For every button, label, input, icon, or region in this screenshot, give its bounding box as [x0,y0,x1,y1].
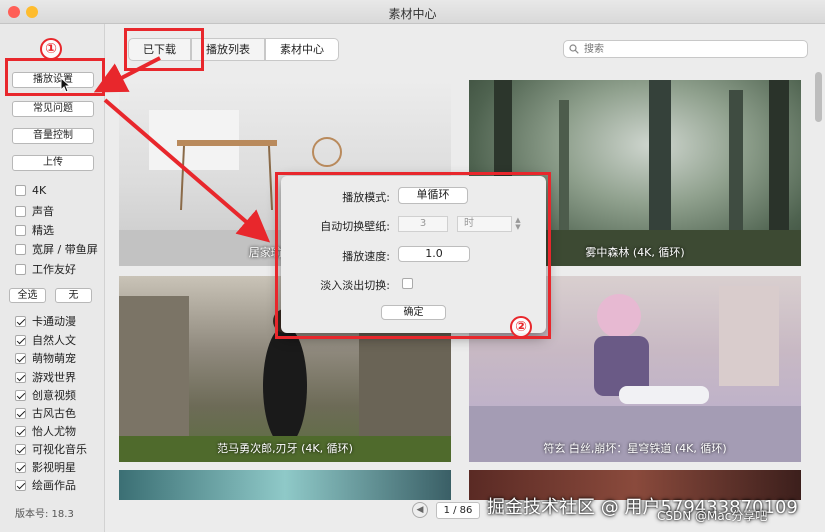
checkbox[interactable] [15,263,26,275]
tab-material-center[interactable]: 素材中心 [265,38,339,61]
faq-button[interactable]: 常见问题 [12,101,94,117]
category-creative[interactable]: 创意视频 [15,387,76,403]
filter-work-friendly[interactable]: 工作友好 [15,261,76,277]
category-nature[interactable]: 自然人文 [15,332,76,348]
annotation-highlight-play-settings [5,58,105,96]
checkbox[interactable] [15,224,26,236]
watermark-text: 掘金技术社区 @ 用户5794338701​09 CSDN @Mac分享吧 [487,497,798,523]
checkbox[interactable] [15,352,26,364]
search-icon [569,44,579,54]
filter-widescreen[interactable]: 宽屏 / 带鱼屏 [15,241,98,257]
annotation-number-two: ② [510,316,532,338]
category-pets[interactable]: 萌物萌宠 [15,350,76,366]
volume-control-button[interactable]: 音量控制 [12,128,94,144]
annotation-highlight-downloaded-tab [124,28,204,71]
category-ancient[interactable]: 古风古色 [15,405,76,421]
checkbox[interactable] [15,315,26,327]
annotation-highlight-dialog [275,172,551,339]
checkbox[interactable] [15,407,26,419]
search-box[interactable] [563,40,808,58]
checkbox[interactable] [15,443,26,455]
checkbox[interactable] [15,371,26,383]
app-window: 素材中心 播放设置 常见问题 音量控制 上传 4K 声音 精选 宽屏 / 带鱼屏… [0,0,825,532]
tile-label: 符玄 白丝,崩坏：星穹铁道 (4K, 循环) [543,442,727,455]
checkbox[interactable] [15,461,26,473]
search-input[interactable] [584,42,799,56]
category-visual-music[interactable]: 可视化音乐 [15,441,87,457]
mouse-cursor-icon [60,77,72,93]
scrollbar[interactable] [815,72,822,122]
wallpaper-tile[interactable] [119,470,451,500]
version-label: 版本号: 18.3 [15,509,74,520]
window-title: 素材中心 [388,7,437,21]
category-paintings[interactable]: 绘画作品 [15,477,76,493]
checkbox[interactable] [15,334,26,346]
category-cartoon[interactable]: 卡通动漫 [15,313,76,329]
category-games[interactable]: 游戏世界 [15,369,76,385]
checkbox[interactable] [15,205,26,217]
checkbox[interactable] [15,425,26,437]
sidebar: 播放设置 常见问题 音量控制 上传 4K 声音 精选 宽屏 / 带鱼屏 工作友好… [0,24,105,532]
checkbox[interactable] [15,389,26,401]
page-indicator: 1 / 86 [436,502,480,519]
previous-page-button[interactable]: ◀ [412,502,428,518]
category-film-stars[interactable]: 影视明星 [15,459,76,475]
filter-4k[interactable]: 4K [15,182,46,198]
title-bar: 素材中心 [0,0,825,24]
select-all-button[interactable]: 全选 [9,288,46,303]
upload-button[interactable]: 上传 [12,155,94,171]
checkbox[interactable] [15,243,26,255]
tile-label: 范马勇次郎,刃牙 (4K, 循环) [217,442,353,455]
select-none-button[interactable]: 无 [55,288,92,303]
filter-featured[interactable]: 精选 [15,222,54,238]
annotation-number-one: ① [40,38,62,60]
category-beauty[interactable]: 怡人尤物 [15,423,76,439]
checkbox[interactable] [15,479,26,491]
checkbox[interactable] [15,184,26,196]
filter-sound[interactable]: 声音 [15,203,54,219]
